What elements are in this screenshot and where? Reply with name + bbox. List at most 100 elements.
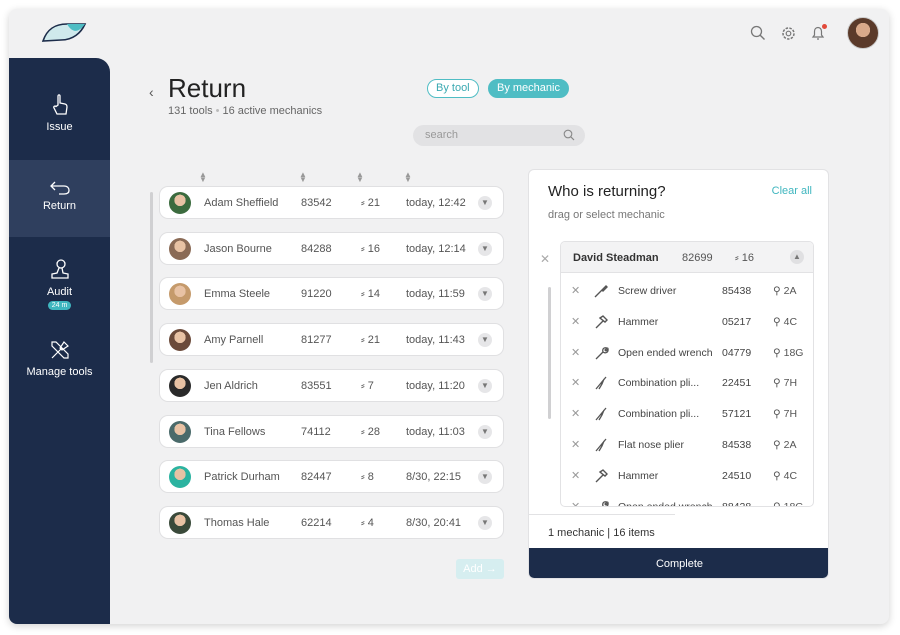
tool-count-value: 28 [367, 425, 380, 438]
tool-name: Flat nose plier [618, 439, 684, 451]
search-icon [563, 129, 575, 141]
sidebar-item-audit[interactable]: Audit 24 m [9, 258, 110, 318]
audit-badge: 24 m [47, 301, 72, 310]
avatar [169, 329, 191, 352]
sort-id-icon[interactable]: ▲ ▼ [299, 171, 307, 184]
expand-icon[interactable]: ▼ [478, 378, 492, 393]
tool-id: 84538 [722, 439, 752, 451]
remove-tool-icon[interactable]: ✕ [571, 407, 580, 420]
expand-icon[interactable]: ▼ [478, 333, 492, 348]
expand-icon[interactable]: ▼ [478, 515, 492, 530]
search-icon[interactable] [749, 24, 767, 42]
complete-button[interactable]: Complete [529, 548, 828, 578]
mechanic-row[interactable]: Jen Aldrich 83551 ⸗ 7 today, 11:20 ▼ [159, 368, 504, 402]
avatar[interactable] [847, 17, 879, 49]
stamp-icon [50, 259, 69, 279]
tool-location-value: 7H [783, 408, 798, 421]
tool-count: ⸗ 8 [361, 471, 374, 483]
tool-item[interactable]: ✕ Combination pli... 22451 ⚲ 7H [561, 368, 813, 399]
sort-name-icon[interactable]: ▲ ▼ [199, 171, 207, 184]
expand-icon[interactable]: ▼ [478, 196, 492, 210]
add-button[interactable]: Add → [456, 559, 504, 579]
mechanic-row[interactable]: Patrick Durham 82447 ⸗ 8 8/30, 22:15 ▼ [159, 460, 504, 494]
mechanic-name: Patrick Durham [204, 471, 280, 484]
mechanic-row[interactable]: Tina Fellows 74112 ⸗ 28 today, 11:03 ▼ [159, 414, 504, 448]
mechanic-name: Emma Steele [204, 288, 271, 301]
clear-all-link[interactable]: Clear all [772, 185, 812, 197]
tool-count-icon: ⸗ [361, 288, 365, 301]
mechanic-row[interactable]: Emma Steele 91220 ⸗ 14 today, 11:59 ▼ [159, 277, 504, 311]
mechanic-card-header[interactable]: David Steadman 82699 ⸗ 16 ▲ [561, 242, 813, 273]
tool-count-value: 7 [367, 379, 374, 392]
mechanic-id: 81277 [301, 334, 332, 347]
last-activity-time: today, 11:03 [406, 425, 465, 438]
mechanic-tool-count: ⸗ 16 [735, 252, 754, 264]
mechanic-id: 82699 [682, 252, 713, 264]
list-scrollbar[interactable] [150, 192, 153, 363]
mechanic-row[interactable]: Thomas Hale 62214 ⸗ 4 8/30, 20:41 ▼ [159, 505, 504, 539]
remove-tool-icon[interactable]: ✕ [571, 376, 580, 389]
tool-item[interactable]: ✕ Hammer 05217 ⚲ 4C [561, 307, 813, 338]
toggle-by-mechanic[interactable]: By mechanic [488, 79, 569, 98]
gear-icon[interactable] [779, 24, 797, 42]
logo-icon[interactable] [41, 21, 87, 43]
tool-item[interactable]: ✕ Open ended wrench 88428 ⚲ 18G [561, 492, 813, 506]
tool-item[interactable]: ✕ Screw driver 85438 ⚲ 2A [561, 276, 813, 307]
toggle-by-tool[interactable]: By tool [427, 79, 479, 98]
tool-item[interactable]: ✕ Hammer 24510 ⚲ 4C [561, 461, 813, 492]
tool-location-value: 4C [783, 315, 798, 328]
search-placeholder: search [425, 129, 459, 141]
remove-tool-icon[interactable]: ✕ [571, 284, 580, 297]
mechanic-row[interactable]: Amy Parnell 81277 ⸗ 21 today, 11:43 ▼ [159, 323, 504, 357]
tool-name: Hammer [618, 315, 659, 328]
chevron-left-icon[interactable]: ‹ [149, 84, 154, 100]
tool-count: ⸗ 28 [361, 426, 380, 438]
sidebar-item-issue[interactable]: Issue [9, 93, 110, 153]
panel-title: Who is returning? [548, 183, 666, 200]
screwdriver-icon [593, 283, 609, 299]
mechanic-name: Thomas Hale [204, 516, 270, 529]
selected-mechanic-card: David Steadman 82699 ⸗ 16 ▲ ✕ Screw drive… [560, 241, 814, 507]
avatar [169, 374, 191, 397]
tool-item[interactable]: ✕ Combination pli... 57121 ⚲ 7H [561, 399, 813, 430]
tool-location-value: 7H [783, 377, 798, 390]
tool-item[interactable]: ✕ Open ended wrench 04779 ⚲ 18G [561, 338, 813, 369]
remove-mechanic-icon[interactable]: ✕ [540, 252, 550, 266]
sidebar-item-manage-tools[interactable]: Manage tools [9, 338, 110, 398]
tool-count-value: 4 [367, 516, 374, 529]
location-pin-icon: ⚲ [773, 439, 781, 451]
expand-icon[interactable]: ▼ [478, 241, 492, 256]
remove-tool-icon[interactable]: ✕ [571, 469, 580, 482]
mechanic-id: 74112 [301, 425, 331, 438]
mechanic-id: 84288 [301, 242, 332, 255]
remove-tool-icon[interactable]: ✕ [571, 346, 580, 359]
remove-tool-icon[interactable]: ✕ [571, 500, 580, 506]
expand-icon[interactable]: ▼ [478, 287, 492, 302]
mechanic-row[interactable]: Jason Bourne 84288 ⸗ 16 today, 12:14 ▼ [159, 231, 504, 265]
sort-tools-icon[interactable]: ▲ ▼ [356, 171, 364, 184]
location-pin-icon: ⚲ [773, 408, 781, 421]
tool-count-icon: ⸗ [735, 252, 739, 264]
hammer-icon [593, 314, 609, 330]
mechanic-row[interactable]: Adam Sheffield 83542 ⸗ 21 today, 12:42 ▼ [159, 186, 504, 219]
expand-icon[interactable]: ▼ [478, 424, 492, 439]
last-activity-time: 8/30, 22:15 [406, 471, 462, 484]
bell-icon[interactable] [809, 24, 827, 42]
search-input[interactable]: search [413, 125, 585, 146]
sidebar-item-label: Manage tools [26, 366, 93, 378]
tool-location: ⚲ 2A [773, 439, 796, 451]
mechanic-name: Jen Aldrich [204, 379, 258, 392]
page-title: Return [168, 73, 247, 103]
sidebar-item-label: Audit [46, 286, 73, 298]
mechanic-name: Tina Fellows [204, 425, 266, 438]
remove-tool-icon[interactable]: ✕ [571, 315, 580, 328]
expand-icon[interactable]: ▼ [478, 470, 492, 485]
tool-item[interactable]: ✕ Flat nose plier 84538 ⚲ 2A [561, 430, 813, 461]
mechanic-name: Jason Bourne [204, 242, 272, 255]
tool-count: ⸗ 7 [361, 380, 374, 392]
sidebar-item-return[interactable]: Return [9, 160, 110, 237]
collapse-icon[interactable]: ▲ [790, 250, 804, 264]
sort-time-icon[interactable]: ▲ ▼ [404, 171, 412, 184]
remove-tool-icon[interactable]: ✕ [571, 438, 580, 451]
tool-list-scrollbar[interactable] [548, 287, 551, 419]
